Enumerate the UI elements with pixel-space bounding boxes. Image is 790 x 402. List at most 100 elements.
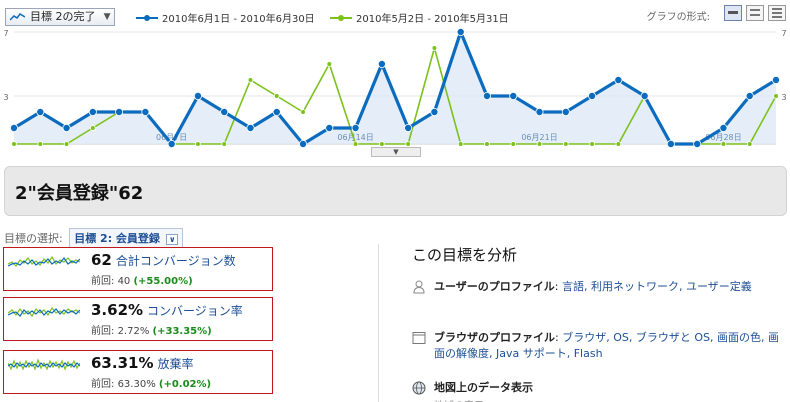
metric-delta: (+33.35%) bbox=[152, 326, 212, 337]
y-tick-label: 7 bbox=[781, 29, 786, 38]
data-point[interactable] bbox=[773, 93, 779, 99]
data-point[interactable] bbox=[746, 141, 753, 147]
data-point[interactable] bbox=[9, 124, 18, 133]
data-point[interactable] bbox=[220, 108, 229, 117]
data-point[interactable] bbox=[300, 109, 306, 115]
data-point[interactable] bbox=[666, 140, 675, 149]
data-point[interactable] bbox=[325, 124, 334, 133]
metric-card-conversion-rate[interactable]: 3.62% コンバージョン率 前回: 2.72% (+33.35%) bbox=[3, 297, 273, 341]
data-point[interactable] bbox=[272, 108, 281, 117]
chevron-down-icon: ∨ bbox=[165, 234, 179, 245]
graph-type-table-button[interactable] bbox=[768, 5, 786, 21]
metric-card-conversions[interactable]: 62 合計コンバージョン数 前回: 40 (+55.00%) bbox=[3, 247, 273, 291]
x-tick-label: 06月14日 bbox=[337, 133, 373, 142]
data-point[interactable] bbox=[63, 141, 70, 147]
line-chart-icon bbox=[10, 13, 25, 21]
sparkline bbox=[8, 306, 80, 318]
sparkline bbox=[8, 358, 80, 371]
y-tick-label: 3 bbox=[3, 93, 8, 102]
metric-value: 3.62% bbox=[91, 301, 144, 319]
metric-prev-value: 63.30% bbox=[117, 379, 156, 390]
data-point[interactable] bbox=[510, 141, 517, 147]
user-profile-icon bbox=[413, 280, 425, 294]
data-point[interactable] bbox=[719, 124, 728, 133]
goal-selector-dropdown[interactable]: 目標 2: 会員登録 ∨ bbox=[69, 228, 184, 248]
data-point[interactable] bbox=[405, 141, 411, 147]
analyze-item-links[interactable]: 言語, 利用ネットワーク, ユーザー定義 bbox=[562, 280, 752, 293]
x-tick-label: 06月21日 bbox=[521, 133, 557, 142]
data-point[interactable] bbox=[457, 141, 464, 147]
data-point[interactable] bbox=[247, 77, 254, 83]
data-point[interactable] bbox=[246, 124, 255, 133]
data-point[interactable] bbox=[167, 140, 176, 149]
data-point[interactable] bbox=[352, 141, 359, 147]
analyze-sub-link[interactable]: 地域の表示 bbox=[434, 397, 484, 402]
data-point[interactable] bbox=[482, 92, 491, 101]
analyze-heading: この目標を分析 bbox=[412, 246, 518, 264]
data-point[interactable] bbox=[299, 140, 308, 149]
data-point[interactable] bbox=[37, 141, 44, 147]
data-point[interactable] bbox=[404, 124, 413, 133]
metric-prev-label: 前回: bbox=[91, 379, 115, 390]
data-point[interactable] bbox=[720, 141, 727, 147]
metric-value: 63.31% bbox=[91, 354, 154, 372]
data-point[interactable] bbox=[141, 108, 150, 117]
data-point[interactable] bbox=[379, 141, 385, 147]
metric-delta: (+55.00%) bbox=[133, 276, 193, 287]
data-point[interactable] bbox=[221, 141, 228, 147]
data-point[interactable] bbox=[351, 124, 360, 133]
data-point[interactable] bbox=[193, 92, 202, 101]
chart-resize-handle[interactable]: ▼ bbox=[371, 147, 421, 157]
data-point[interactable] bbox=[90, 125, 96, 131]
data-point[interactable] bbox=[11, 141, 17, 147]
data-point[interactable] bbox=[535, 108, 544, 117]
legend-swatch-previous bbox=[330, 13, 352, 23]
data-point[interactable] bbox=[615, 141, 622, 147]
browser-window-icon bbox=[412, 332, 426, 344]
metric-prev-label: 前回: bbox=[91, 326, 115, 337]
metric-prev-value: 40 bbox=[117, 276, 131, 287]
data-point[interactable] bbox=[562, 141, 569, 147]
data-point[interactable] bbox=[745, 92, 754, 101]
sparkline bbox=[8, 255, 80, 267]
data-point[interactable] bbox=[273, 93, 280, 99]
y-tick-label: 7 bbox=[3, 29, 8, 38]
data-point[interactable] bbox=[62, 124, 71, 133]
data-point[interactable] bbox=[484, 141, 490, 147]
metric-card-abandonment-rate[interactable]: 63.31% 放棄率 前回: 63.30% (+0.02%) bbox=[3, 350, 273, 394]
goal-summary-panel: 2"会員登録"62 bbox=[4, 166, 787, 216]
y-tick-label: 3 bbox=[781, 93, 786, 102]
analyze-item-label: ユーザーのプロファイル bbox=[434, 280, 555, 293]
graph-type-motion-button[interactable] bbox=[746, 5, 764, 21]
analyze-item-label[interactable]: 地図上のデータ表示 bbox=[434, 381, 533, 394]
data-point[interactable] bbox=[36, 108, 45, 117]
data-point[interactable] bbox=[561, 108, 570, 117]
metric-name-link[interactable]: コンバージョン率 bbox=[147, 304, 243, 318]
metric-name-link[interactable]: 合計コンバージョン数 bbox=[116, 254, 236, 268]
data-point[interactable] bbox=[195, 141, 201, 147]
metric-name-link[interactable]: 放棄率 bbox=[157, 357, 193, 371]
data-point[interactable] bbox=[115, 108, 124, 117]
data-point[interactable] bbox=[431, 45, 438, 51]
goal-selector-value: 目標 2: 会員登録 bbox=[74, 232, 160, 245]
analyze-item-map-overlay: 地図上のデータ表示 bbox=[412, 380, 784, 396]
data-point[interactable] bbox=[614, 76, 623, 85]
graph-type-line-button[interactable] bbox=[724, 5, 742, 21]
data-point[interactable] bbox=[536, 141, 543, 147]
data-point[interactable] bbox=[509, 92, 518, 101]
data-point[interactable] bbox=[456, 28, 465, 36]
data-point[interactable] bbox=[88, 108, 97, 117]
goal-selector: 目標の選択: 目標 2: 会員登録 ∨ bbox=[4, 228, 184, 248]
graph-type-label: グラフの形式: bbox=[646, 12, 710, 23]
data-point[interactable] bbox=[693, 140, 702, 149]
data-point[interactable] bbox=[588, 92, 597, 101]
metric-prev-value: 2.72% bbox=[117, 326, 150, 337]
analyze-item-label: ブラウザのプロファイル bbox=[434, 331, 555, 344]
data-point[interactable] bbox=[589, 141, 595, 147]
goal-summary-title: 2"会員登録"62 bbox=[15, 183, 144, 204]
data-point[interactable] bbox=[772, 76, 781, 85]
data-point[interactable] bbox=[430, 108, 439, 117]
data-point[interactable] bbox=[640, 92, 649, 101]
data-point[interactable] bbox=[326, 61, 333, 67]
data-point[interactable] bbox=[377, 60, 386, 69]
